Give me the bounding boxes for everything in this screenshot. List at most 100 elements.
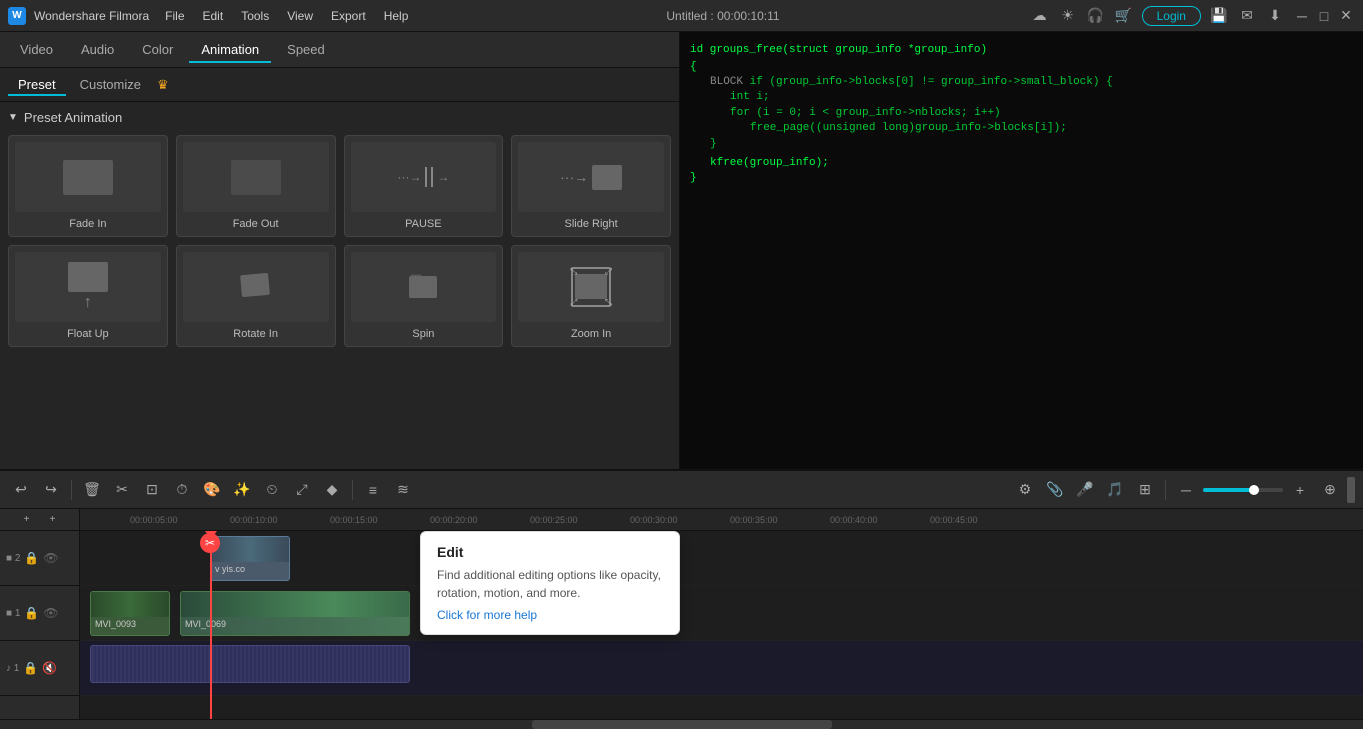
- rotate-rect: [240, 273, 270, 297]
- track-lock-a1[interactable]: 🔒: [23, 661, 38, 675]
- track-row-v1: MVI_0093 MVI_0069: [80, 586, 1363, 641]
- zoom-out-icon[interactable]: ─: [1173, 477, 1199, 503]
- add-marker-button[interactable]: ⊕: [1317, 477, 1343, 503]
- pause-preview: ···→ →: [397, 167, 449, 187]
- download-icon[interactable]: ⬇: [1265, 6, 1285, 26]
- zoom-in-icon[interactable]: +: [1287, 477, 1313, 503]
- undo-button[interactable]: ↩: [8, 477, 34, 503]
- toolbar-separator-3: [1165, 480, 1166, 500]
- panel-toggle[interactable]: [1347, 477, 1355, 503]
- subtab-preset[interactable]: Preset: [8, 73, 66, 96]
- track-lock-v2[interactable]: 🔒: [24, 551, 39, 565]
- tab-video[interactable]: Video: [8, 36, 65, 63]
- code-line-8: kfree(group_info);: [690, 156, 1353, 171]
- section-header: ▼ Preset Animation: [8, 110, 671, 125]
- toolbar-separator-2: [352, 480, 353, 500]
- clip-v1-2[interactable]: MVI_0069: [180, 591, 410, 636]
- app-logo: W: [8, 7, 26, 25]
- crop-button[interactable]: ⊡: [139, 477, 165, 503]
- horizontal-scrollbar[interactable]: [0, 719, 1363, 729]
- tab-speed[interactable]: Speed: [275, 36, 337, 63]
- split-icon[interactable]: ⊞: [1132, 477, 1158, 503]
- anim-preview-slideright: ···→: [518, 142, 664, 212]
- anim-label-fadeout: Fade Out: [233, 218, 279, 230]
- redo-button[interactable]: ↪: [38, 477, 64, 503]
- tab-animation[interactable]: Animation: [189, 36, 271, 63]
- menu-view[interactable]: View: [279, 7, 321, 25]
- music-icon[interactable]: 🎵: [1102, 477, 1128, 503]
- track-lock-v1[interactable]: 🔒: [24, 606, 39, 620]
- clip-v1-1[interactable]: MVI_0093: [90, 591, 170, 636]
- anim-label-floatup: Float Up: [67, 328, 109, 340]
- tooltip-description: Find additional editing options like opa…: [437, 566, 663, 602]
- anim-item-rotatein[interactable]: ↻ Rotate In: [176, 245, 336, 347]
- cloud-icon[interactable]: ☁: [1030, 6, 1050, 26]
- anim-item-zoomin[interactable]: ⤡ ⤢ ⤢ ⤡ Zoom In: [511, 245, 671, 347]
- anim-item-fadein[interactable]: Fade In: [8, 135, 168, 237]
- ruler-time-8: 00:00:40:00: [830, 515, 878, 525]
- color-button[interactable]: 🎨: [199, 477, 225, 503]
- sun-icon[interactable]: ☀: [1058, 6, 1078, 26]
- subtab-customize[interactable]: Customize: [70, 73, 151, 96]
- menu-tools[interactable]: Tools: [233, 7, 277, 25]
- code-line-4: int i;: [690, 90, 1353, 105]
- anim-item-fadeout[interactable]: Fade Out: [176, 135, 336, 237]
- clip-icon[interactable]: 📎: [1042, 477, 1068, 503]
- anim-item-floatup[interactable]: ↑ Float Up: [8, 245, 168, 347]
- track-eye-v2[interactable]: 👁: [43, 551, 58, 565]
- edit-panel-button[interactable]: ≡: [360, 477, 386, 503]
- maximize-button[interactable]: □: [1315, 7, 1333, 25]
- mail-icon[interactable]: ✉: [1237, 6, 1257, 26]
- close-button[interactable]: ✕: [1337, 7, 1355, 25]
- settings-icon[interactable]: ⚙: [1012, 477, 1038, 503]
- ruler-time-1: 00:00:05:00: [130, 515, 178, 525]
- rotate-preview: ↻: [231, 262, 281, 312]
- track-eye-v1[interactable]: 👁: [43, 606, 58, 620]
- anim-preview-zoomin: ⤡ ⤢ ⤢ ⤡: [518, 252, 664, 322]
- add-video-track-button[interactable]: +: [14, 509, 40, 533]
- cart-icon[interactable]: 🛒: [1114, 6, 1134, 26]
- title-display: Untitled : 00:00:10:11: [666, 9, 779, 23]
- add-audio-track-button[interactable]: +: [40, 509, 66, 533]
- anim-label-pause: PAUSE: [405, 218, 441, 230]
- anim-item-spin[interactable]: ↻ Spin: [344, 245, 504, 347]
- clip-thumbnail-v2: [211, 537, 289, 562]
- track-mute-a1[interactable]: 🔇: [42, 661, 57, 675]
- mic-icon[interactable]: 🎤: [1072, 477, 1098, 503]
- slide-rect: [592, 165, 622, 190]
- login-button[interactable]: Login: [1142, 6, 1201, 26]
- tab-color[interactable]: Color: [130, 36, 185, 63]
- zoom-rect: [575, 274, 607, 299]
- motion-button[interactable]: ⤢: [289, 477, 315, 503]
- tooltip-popup: Edit Find additional editing options lik…: [420, 531, 680, 635]
- zoom-slider[interactable]: [1203, 488, 1283, 492]
- scrollbar-thumb[interactable]: [532, 720, 832, 729]
- anim-item-pause[interactable]: ···→ → PAUSE: [344, 135, 504, 237]
- effect-button[interactable]: ✨: [229, 477, 255, 503]
- save-icon[interactable]: 💾: [1209, 6, 1229, 26]
- minimize-button[interactable]: ─: [1293, 7, 1311, 25]
- menu-file[interactable]: File: [157, 7, 192, 25]
- speed-button[interactable]: ⏱: [169, 477, 195, 503]
- menu-edit[interactable]: Edit: [195, 7, 232, 25]
- tooltip-link[interactable]: Click for more help: [437, 608, 537, 622]
- waveform-button[interactable]: ≋: [390, 477, 416, 503]
- delete-button[interactable]: 🗑: [79, 477, 105, 503]
- tab-audio[interactable]: Audio: [69, 36, 126, 63]
- code-line-5: for (i = 0; i < group_info->nblocks; i++…: [690, 106, 1353, 121]
- code-line-3: BLOCK if (group_info->blocks[0] != group…: [690, 75, 1353, 90]
- toolbar-separator-1: [71, 480, 72, 500]
- headset-icon[interactable]: 🎧: [1086, 6, 1106, 26]
- track-row-v2: ✂ v yis.co: [80, 531, 1363, 586]
- clip-a1[interactable]: [90, 645, 410, 683]
- menu-help[interactable]: Help: [376, 7, 417, 25]
- menu-export[interactable]: Export: [323, 7, 374, 25]
- keyframe-button[interactable]: ◆: [319, 477, 345, 503]
- cut-button[interactable]: ✂: [109, 477, 135, 503]
- clip-v2[interactable]: v yis.co: [210, 536, 290, 581]
- timeline-content: ✂ v yis.co MVI_0093 MVI_0069: [80, 531, 1363, 719]
- float-preview: ↑: [68, 262, 108, 312]
- clip-thumbnail-v1-2: [181, 592, 409, 617]
- anim-item-slideright[interactable]: ···→ Slide Right: [511, 135, 671, 237]
- timer-button[interactable]: ⏲: [259, 477, 285, 503]
